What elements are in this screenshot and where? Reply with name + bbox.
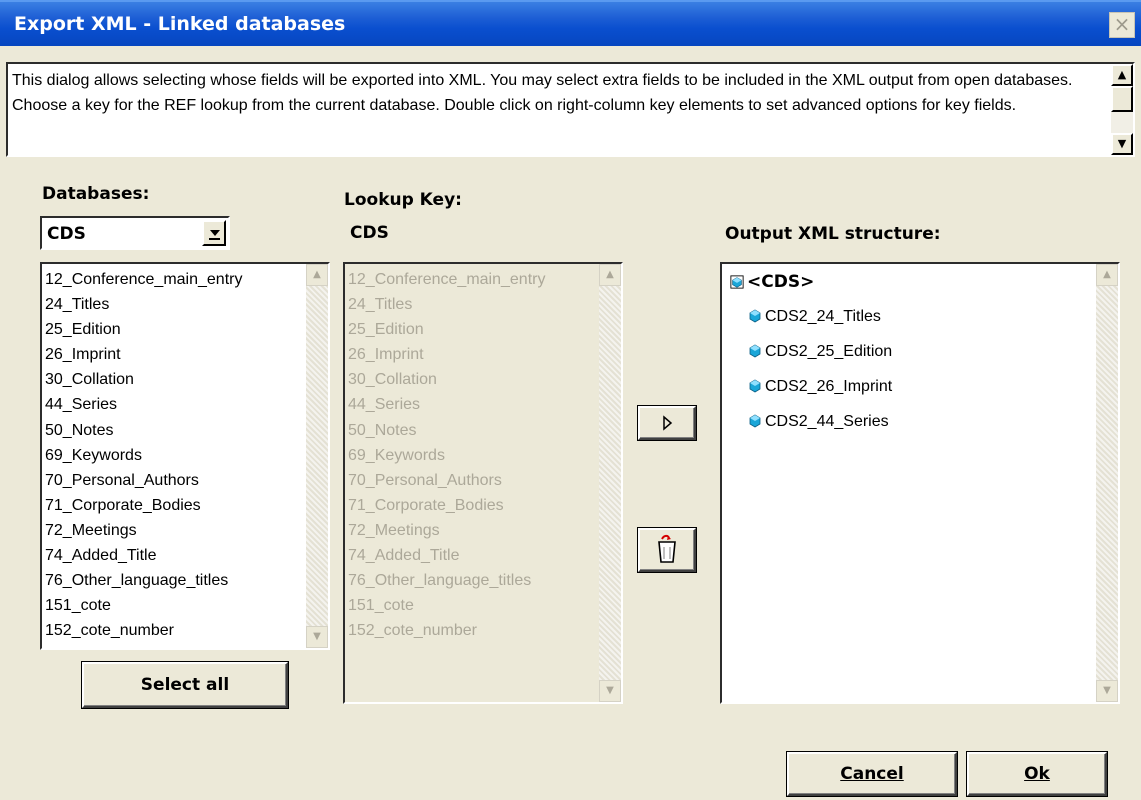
lookup-key-label: Lookup Key: xyxy=(344,190,462,210)
scroll-down-icon[interactable]: ▼ xyxy=(306,626,328,648)
tree-child-label: CDS2_25_Edition xyxy=(765,343,893,360)
list-item: 26_Imprint xyxy=(348,346,424,364)
scroll-thumb[interactable] xyxy=(1111,86,1133,112)
description-scrollbar[interactable]: ▲ ▼ xyxy=(1111,64,1133,155)
list-item: 72_Meetings xyxy=(348,521,440,539)
list-item[interactable]: 70_Personal_Authors xyxy=(45,468,242,493)
databases-label: Databases: xyxy=(42,184,150,204)
select-all-button[interactable]: Select all xyxy=(82,662,288,708)
output-structure-label: Output XML structure: xyxy=(725,224,941,244)
list-item: 76_Other_language_titles xyxy=(348,572,532,590)
tree-root-label: <CDS> xyxy=(747,272,815,292)
scroll-up-icon: ▲ xyxy=(599,264,621,286)
scroll-down-icon[interactable]: ▼ xyxy=(1096,680,1118,702)
list-item[interactable]: 50_Notes xyxy=(45,418,242,443)
list-item[interactable]: 25_Edition xyxy=(45,317,242,342)
ok-label: Ok xyxy=(1024,764,1050,784)
list-item: 50_Notes xyxy=(348,421,417,439)
lookup-key-list: 12_Conference_main_entry 24_Titles 25_Edit… xyxy=(343,262,623,704)
list-item: 25_Edition xyxy=(348,321,424,339)
lookup-database-name: CDS xyxy=(350,223,389,243)
cancel-button[interactable]: Cancel xyxy=(787,752,957,796)
remove-field-button[interactable] xyxy=(638,528,696,572)
databases-dropdown[interactable]: CDS xyxy=(40,216,230,250)
add-field-button[interactable] xyxy=(638,406,696,440)
database-fields-items: 12_Conference_main_entry 24_Titles 25_Edit… xyxy=(45,267,242,643)
list-item: 74_Added_Title xyxy=(348,547,460,565)
tree-child-node[interactable]: CDS2_25_Edition xyxy=(748,343,892,361)
gem-icon xyxy=(749,379,761,393)
gem-icon xyxy=(749,414,761,428)
scroll-up-icon[interactable]: ▲ xyxy=(1111,64,1133,86)
cancel-label: Cancel xyxy=(840,764,904,784)
list-item[interactable]: 71_Corporate_Bodies xyxy=(45,493,242,518)
lookup-key-scrollbar: ▲ ▼ xyxy=(599,264,621,702)
list-item[interactable]: 12_Conference_main_entry xyxy=(45,267,242,292)
scroll-down-icon[interactable]: ▼ xyxy=(1111,133,1133,155)
output-tree-scrollbar[interactable]: ▲ ▼ xyxy=(1096,264,1118,702)
list-item[interactable]: 76_Other_language_titles xyxy=(45,568,242,593)
description-text: This dialog allows selecting whose field… xyxy=(12,72,1073,114)
list-item: 69_Keywords xyxy=(348,446,445,464)
scroll-down-icon: ▼ xyxy=(599,680,621,702)
list-item[interactable]: 69_Keywords xyxy=(45,443,242,468)
scroll-up-icon[interactable]: ▲ xyxy=(306,264,328,286)
databases-selected: CDS xyxy=(47,224,86,244)
tree-child-label: CDS2_44_Series xyxy=(765,413,889,430)
list-item: 70_Personal_Authors xyxy=(348,471,502,489)
list-item[interactable]: 44_Series xyxy=(45,392,242,417)
tree-child-label: CDS2_26_Imprint xyxy=(765,378,893,395)
list-item: 44_Series xyxy=(348,396,421,414)
list-item: 12_Conference_main_entry xyxy=(348,271,546,288)
ok-button[interactable]: Ok xyxy=(967,752,1107,796)
list-item: 71_Corporate_Bodies xyxy=(348,496,504,514)
database-node-icon xyxy=(730,275,744,289)
tree-child-node[interactable]: CDS2_24_Titles xyxy=(748,308,881,326)
database-fields-scrollbar[interactable]: ▲ ▼ xyxy=(306,264,328,648)
list-item: 151_cote xyxy=(348,597,414,615)
database-fields-list[interactable]: 12_Conference_main_entry 24_Titles 25_Edit… xyxy=(40,262,330,650)
chevron-down-icon[interactable] xyxy=(202,220,226,246)
list-item[interactable]: 74_Added_Title xyxy=(45,543,242,568)
list-item[interactable]: 24_Titles xyxy=(45,292,242,317)
list-item[interactable]: 26_Imprint xyxy=(45,342,242,367)
list-item: 30_Collation xyxy=(348,371,437,389)
tree-root-node[interactable]: <CDS> xyxy=(730,272,814,292)
window-title: Export XML - Linked databases xyxy=(14,13,346,35)
trash-can-icon xyxy=(658,534,676,563)
close-button[interactable]: × xyxy=(1109,12,1135,38)
lookup-key-items: 12_Conference_main_entry 24_Titles 25_Edit… xyxy=(348,267,545,643)
tree-child-node[interactable]: CDS2_26_Imprint xyxy=(748,378,892,396)
title-bar: Export XML - Linked databases × xyxy=(0,0,1141,46)
gem-icon xyxy=(749,309,761,323)
list-item[interactable]: 30_Collation xyxy=(45,367,242,392)
output-xml-tree[interactable]: <CDS> CDS2_24_Titles CDS2_25_Edition CDS2_… xyxy=(720,262,1120,704)
tree-child-label: CDS2_24_Titles xyxy=(765,308,881,325)
play-right-icon xyxy=(663,415,673,431)
description-box: This dialog allows selecting whose field… xyxy=(6,62,1135,157)
gem-icon xyxy=(749,344,761,358)
list-item[interactable]: 72_Meetings xyxy=(45,518,242,543)
list-item[interactable]: 152_cote_number xyxy=(45,618,242,643)
list-item[interactable]: 151_cote xyxy=(45,593,242,618)
list-item: 24_Titles xyxy=(348,296,413,314)
tree-child-node[interactable]: CDS2_44_Series xyxy=(748,413,889,431)
scroll-up-icon[interactable]: ▲ xyxy=(1096,264,1118,286)
list-item: 152_cote_number xyxy=(348,622,477,640)
